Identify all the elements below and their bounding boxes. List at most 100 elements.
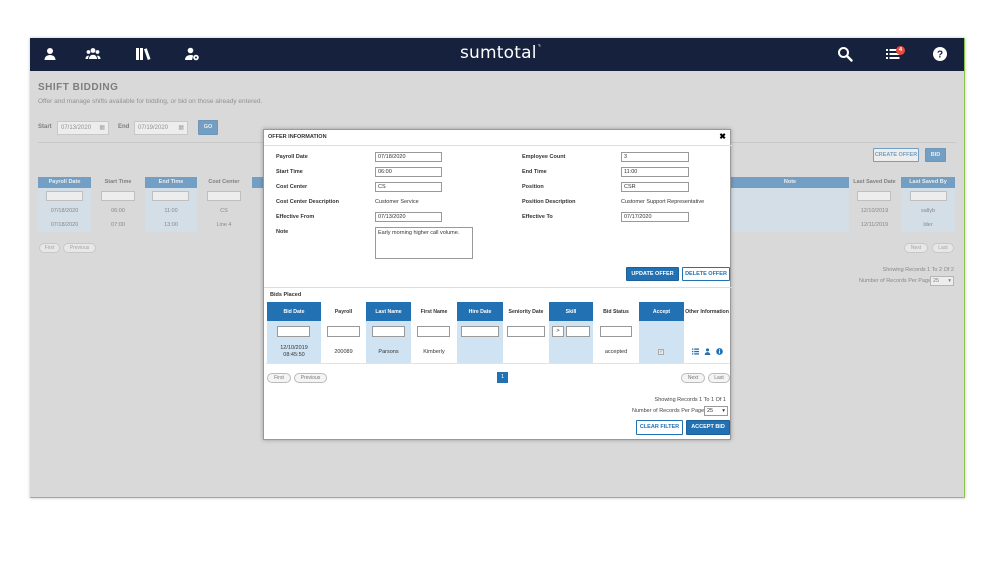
last-name-filter-input[interactable]	[372, 326, 405, 337]
column-header-last-name[interactable]: Last Name	[366, 302, 411, 321]
filter-input[interactable]	[152, 191, 189, 201]
column-header-payroll[interactable]: Payroll	[322, 302, 365, 321]
search-icon[interactable]	[837, 46, 853, 62]
user-settings-icon[interactable]	[184, 46, 200, 62]
bids-placed-label: Bids Placed	[270, 292, 302, 298]
end-time-field[interactable]: 11:00	[621, 167, 689, 177]
previous-page-button[interactable]: Previous	[294, 373, 327, 383]
employee-count-label: Employee Count	[522, 154, 566, 160]
position-field[interactable]: CSR	[621, 182, 689, 192]
column-header-start-time[interactable]: Start Time	[94, 177, 142, 188]
cost-center-field[interactable]: CS	[375, 182, 442, 192]
table-cell: 07/18/2020	[50, 222, 79, 228]
filter-input[interactable]	[910, 191, 947, 201]
seniority-date-filter-input[interactable]	[507, 326, 545, 337]
divider	[264, 145, 732, 146]
bid-status-cell: accepted	[604, 349, 628, 355]
go-button[interactable]: GO	[198, 120, 218, 135]
current-page-button[interactable]: 1	[497, 372, 508, 383]
table-cell: 07:00	[111, 222, 125, 228]
next-page-button[interactable]: Next	[681, 373, 705, 383]
column-header-last-saved-date[interactable]: Last Saved Date	[852, 177, 897, 188]
previous-page-button[interactable]: Previous	[63, 243, 96, 253]
note-textarea[interactable]: Early morning higher call volume.	[375, 227, 473, 259]
column-header-end-time[interactable]: End Time	[145, 177, 197, 188]
column-header-bid-date[interactable]: Bid Date	[267, 302, 321, 321]
column-header-note[interactable]: Note	[731, 177, 849, 188]
notification-badge: 4	[896, 46, 905, 55]
create-offer-button[interactable]: CREATE OFFER	[873, 148, 919, 162]
filter-input[interactable]	[857, 191, 891, 201]
update-offer-button[interactable]: UPDATE OFFER	[626, 267, 679, 281]
records-per-page-select[interactable]: 25 ▾	[930, 276, 954, 286]
employee-count-field[interactable]: 3	[621, 152, 689, 162]
delete-offer-button[interactable]: DELETE OFFER	[682, 267, 730, 281]
effective-from-field[interactable]: 07/13/2020	[375, 212, 442, 222]
start-time-field[interactable]: 06:00	[375, 167, 442, 177]
column-header-last-saved-by[interactable]: Last Saved By	[901, 177, 955, 188]
column-header-hidden	[252, 177, 263, 188]
first-name-filter-input[interactable]	[417, 326, 450, 337]
bid-date-cell: 12/10/2019	[280, 345, 308, 351]
records-per-page-label: Number of Records Per Page	[859, 278, 932, 284]
hire-date-filter-input[interactable]	[461, 326, 499, 337]
start-label: Start	[38, 124, 52, 130]
column-header-accept[interactable]: Accept	[639, 302, 684, 321]
skill-operator-select[interactable]: >	[552, 326, 564, 337]
chevron-down-icon: ▾	[948, 278, 951, 284]
team-icon[interactable]	[85, 46, 101, 62]
first-page-button[interactable]: First	[267, 373, 291, 383]
list-icon[interactable]	[692, 348, 699, 355]
column-header-payroll-date[interactable]: Payroll Date	[38, 177, 91, 188]
user-icon[interactable]	[42, 46, 58, 62]
table-cell: 11:00	[164, 208, 178, 214]
column-header-cost-center[interactable]: Cost Center	[200, 177, 248, 188]
chevron-down-icon: ▾	[722, 408, 725, 414]
effective-to-field[interactable]: 07/17/2020	[621, 212, 689, 222]
skill-filter-input[interactable]	[566, 326, 590, 337]
close-icon[interactable]: ✖	[719, 132, 726, 141]
column-header-skill[interactable]: Skill	[549, 302, 593, 321]
column-header-seniority-date[interactable]: Seniority Date	[504, 302, 548, 321]
top-navigation-bar: sumtotal⌝ 4 ?	[30, 38, 964, 71]
column-header-bid-status[interactable]: Bid Status	[594, 302, 638, 321]
payroll-filter-input[interactable]	[327, 326, 360, 337]
table-cell: 06:00	[111, 208, 125, 214]
next-page-button[interactable]: Next	[904, 243, 928, 253]
info-icon[interactable]	[716, 348, 723, 355]
first-page-button[interactable]: First	[39, 243, 60, 253]
calendar-icon[interactable]: ▦	[178, 122, 184, 134]
column-header-other-information[interactable]: Other Information	[685, 302, 729, 321]
last-page-button[interactable]: Last	[932, 243, 954, 253]
table-cell: 12/10/2019	[860, 208, 889, 214]
last-page-button[interactable]: Last	[708, 373, 730, 383]
records-per-page-select[interactable]: 25 ▾	[704, 406, 728, 416]
column-header-first-name[interactable]: First Name	[412, 302, 456, 321]
payroll-date-field[interactable]: 07/18/2020	[375, 152, 442, 162]
end-time-label: End Time	[522, 169, 547, 175]
start-date-input[interactable]: 07/13/2020 ▦	[57, 121, 109, 135]
filter-input[interactable]	[46, 191, 83, 201]
position-description-label: Position Description	[522, 199, 576, 205]
filter-input[interactable]	[207, 191, 241, 201]
help-icon[interactable]: ?	[932, 46, 948, 62]
bid-status-filter-input[interactable]	[600, 326, 632, 337]
bid-time-cell: 08:45:50	[283, 352, 305, 358]
filter-input[interactable]	[101, 191, 135, 201]
accept-checkbox[interactable]: ✓	[658, 349, 664, 355]
table-cell: 13:00	[164, 222, 178, 228]
calendar-icon[interactable]: ▦	[99, 122, 105, 134]
accept-bid-button[interactable]: ACCEPT BID	[686, 420, 730, 435]
clear-filter-button[interactable]: CLEAR FILTER	[636, 420, 683, 435]
column-highlight	[639, 321, 684, 363]
effective-from-label: Effective From	[276, 214, 315, 220]
library-icon[interactable]	[135, 46, 151, 62]
bid-date-filter-input[interactable]	[277, 326, 310, 337]
column-header-hire-date[interactable]: Hire Date	[457, 302, 503, 321]
end-date-input[interactable]: 07/19/2020 ▦	[134, 121, 188, 135]
sumtotal-logo: sumtotal⌝	[460, 43, 542, 63]
bid-button[interactable]: BID	[925, 148, 946, 162]
column-highlight	[731, 188, 849, 232]
person-icon[interactable]	[704, 348, 711, 355]
divider	[266, 363, 730, 364]
